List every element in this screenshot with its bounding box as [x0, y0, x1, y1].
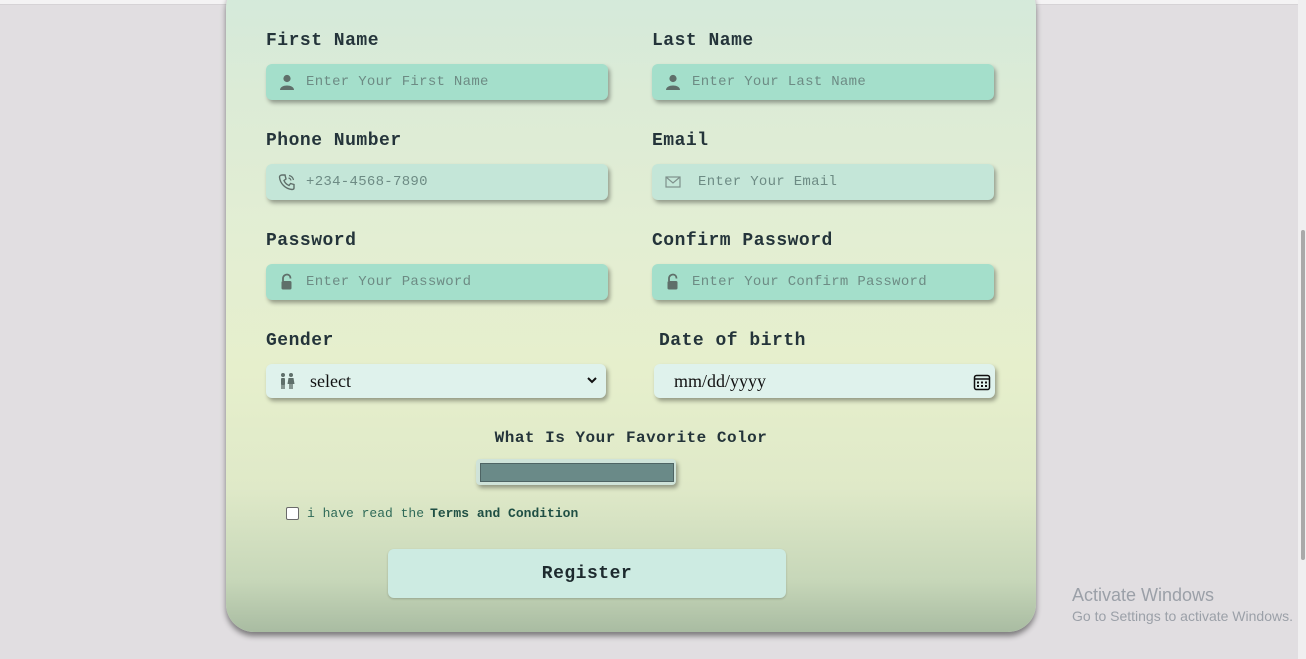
confirm-password-input[interactable]: Enter Your Confirm Password	[692, 274, 927, 290]
watermark-subtitle: Go to Settings to activate Windows.	[1072, 608, 1293, 624]
watermark-title: Activate Windows	[1072, 585, 1215, 605]
dob-input[interactable]: mm/dd/yyyy	[674, 371, 766, 392]
gender-selected-value: select	[310, 370, 351, 391]
favorite-color-picker[interactable]	[476, 459, 676, 485]
register-button[interactable]: Register	[388, 549, 786, 598]
gender-select[interactable]: select	[266, 364, 606, 398]
dob-field[interactable]: mm/dd/yyyy	[654, 364, 995, 398]
phone-field[interactable]: +234-4568-7890	[266, 164, 608, 200]
color-swatch[interactable]	[480, 463, 674, 482]
first-name-input[interactable]: Enter Your First Name	[306, 74, 489, 90]
password-label: Password	[266, 231, 357, 251]
email-label: Email	[652, 131, 709, 151]
terms-row: i have read the Terms and Condition	[286, 506, 578, 521]
envelope-icon	[664, 173, 682, 191]
confirm-password-field[interactable]: Enter Your Confirm Password	[652, 264, 994, 300]
terms-checkbox[interactable]	[286, 507, 299, 520]
registration-form-card: First Name Enter Your First Name Last Na…	[226, 0, 1036, 632]
windows-activation-watermark: Activate Windows Go to Settings to activ…	[1072, 585, 1293, 624]
vertical-scrollbar[interactable]	[1298, 0, 1306, 659]
password-input[interactable]: Enter Your Password	[306, 274, 471, 290]
terms-link[interactable]: Terms and Condition	[430, 506, 578, 521]
terms-text: i have read the	[307, 506, 425, 521]
last-name-label: Last Name	[652, 31, 754, 51]
lock-icon	[664, 273, 682, 291]
phone-icon	[278, 173, 296, 191]
confirm-password-label: Confirm Password	[652, 231, 833, 251]
calendar-icon[interactable]	[973, 373, 991, 391]
phone-input[interactable]: +234-4568-7890	[306, 174, 428, 190]
people-icon	[278, 372, 296, 390]
email-field[interactable]: Enter Your Email	[652, 164, 994, 200]
lock-icon	[278, 273, 296, 291]
user-icon	[278, 73, 296, 91]
chevron-down-icon[interactable]	[586, 374, 598, 386]
first-name-label: First Name	[266, 31, 380, 51]
last-name-input[interactable]: Enter Your Last Name	[692, 74, 866, 90]
phone-label: Phone Number	[266, 131, 402, 151]
dob-label: Date of birth	[659, 331, 806, 351]
last-name-field[interactable]: Enter Your Last Name	[652, 64, 994, 100]
first-name-field[interactable]: Enter Your First Name	[266, 64, 608, 100]
gender-label: Gender	[266, 331, 334, 351]
favorite-color-label: What Is Your Favorite Color	[494, 429, 768, 447]
email-input[interactable]: Enter Your Email	[698, 174, 837, 190]
scrollbar-thumb[interactable]	[1301, 230, 1305, 560]
password-field[interactable]: Enter Your Password	[266, 264, 608, 300]
user-icon	[664, 73, 682, 91]
